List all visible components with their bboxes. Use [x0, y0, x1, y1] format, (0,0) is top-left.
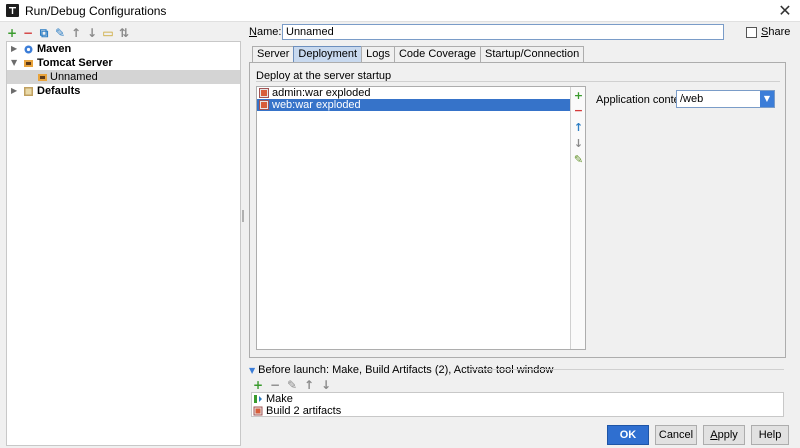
application-context-select[interactable]: /web ▼ — [676, 90, 775, 108]
move-down-icon[interactable]: ↓ — [573, 137, 584, 150]
folder-icon[interactable]: ▭ — [102, 26, 114, 40]
move-up-icon[interactable]: ↑ — [303, 378, 315, 392]
help-button[interactable]: Help — [751, 425, 789, 445]
tab-bar: Server Deployment Logs Code Coverage Sta… — [252, 46, 585, 62]
list-item[interactable]: admin:war exploded — [257, 87, 570, 99]
remove-icon[interactable]: − — [269, 378, 281, 392]
edit-icon[interactable]: ✎ — [286, 378, 298, 392]
before-launch-divider — [470, 369, 784, 370]
group-divider — [256, 81, 780, 82]
defaults-icon — [24, 87, 33, 96]
list-item[interactable]: web:war exploded — [257, 99, 570, 111]
share-checkbox[interactable] — [746, 27, 757, 38]
tab-logs[interactable]: Logs — [361, 46, 395, 62]
artifact-icon — [259, 88, 269, 98]
tomcat-icon — [38, 74, 47, 81]
ok-button[interactable]: OK — [607, 425, 649, 445]
move-up-icon[interactable]: ↑ — [573, 121, 584, 134]
left-toolbar: + − ⧉ ✎ ↑ ↓ ▭ ⇅ — [6, 25, 130, 41]
make-icon — [254, 395, 262, 403]
add-icon[interactable]: + — [6, 26, 18, 40]
tree-item-maven[interactable]: ▶ Maven — [7, 42, 240, 56]
tree-item-tomcat-server[interactable]: ▼ Tomcat Server — [7, 56, 240, 70]
app-icon — [6, 4, 19, 17]
apply-label: pply — [717, 429, 738, 441]
before-launch-header[interactable]: ▼ Before launch: Make, Build Artifacts (2… — [249, 364, 553, 376]
name-label-rest: ame: — [256, 26, 282, 38]
list-item[interactable]: Make — [252, 393, 783, 405]
edit-icon[interactable]: ✎ — [573, 153, 584, 166]
list-item[interactable]: Build 2 artifacts — [252, 405, 783, 417]
add-icon[interactable]: + — [252, 378, 264, 392]
before-launch-list: Make Build 2 artifacts — [251, 392, 784, 417]
name-input[interactable]: Unnamed — [282, 24, 724, 40]
apply-mnemonic: A — [710, 429, 718, 441]
application-context-value: /web — [680, 93, 704, 105]
artifact-icon — [253, 406, 263, 416]
tree-item-unnamed[interactable]: Unnamed — [7, 70, 240, 84]
expand-arrow-icon[interactable]: ▶ — [11, 42, 21, 56]
deploy-side-toolbar: + − ↑ ↓ ✎ — [570, 87, 585, 349]
cancel-button[interactable]: Cancel — [655, 425, 697, 445]
apply-button[interactable]: Apply — [703, 425, 745, 445]
tree-item-label: Defaults — [37, 85, 81, 97]
title-bar: Run/Debug Configurations ✕ — [0, 0, 800, 22]
move-down-icon[interactable]: ↓ — [86, 26, 98, 40]
list-item-label: Build 2 artifacts — [266, 405, 342, 417]
tab-code-coverage[interactable]: Code Coverage — [393, 46, 482, 62]
before-launch-toolbar: + − ✎ ↑ ↓ — [252, 378, 332, 392]
share-label-rest: hare — [768, 26, 791, 38]
name-label-mnemonic: N — [249, 26, 257, 38]
list-item-label: web:war exploded — [272, 99, 361, 111]
deploy-artifact-list: admin:war exploded web:war exploded — [257, 87, 570, 349]
tab-deployment[interactable]: Deployment — [293, 46, 363, 62]
collapse-arrow-icon[interactable]: ▼ — [249, 366, 255, 375]
artifact-icon — [259, 100, 269, 110]
move-up-icon[interactable]: ↑ — [70, 26, 82, 40]
window-title: Run/Debug Configurations — [25, 4, 167, 18]
share-label[interactable]: Share — [761, 26, 790, 38]
list-item-label: Make — [266, 393, 293, 405]
tree-item-label: Tomcat Server — [37, 57, 113, 69]
panel-splitter[interactable] — [242, 210, 244, 222]
before-launch-title: Before launch: Make, Build Artifacts (2)… — [258, 364, 554, 376]
tomcat-icon — [24, 60, 33, 67]
remove-icon[interactable]: − — [22, 26, 34, 40]
deploy-artifact-box: admin:war exploded web:war exploded + − … — [256, 86, 586, 350]
tab-startup-connection[interactable]: Startup/Connection — [480, 46, 585, 62]
configuration-tree: ▶ Maven ▼ Tomcat Server Unnamed ▶ Defaul… — [6, 41, 241, 446]
remove-icon[interactable]: − — [573, 104, 584, 117]
name-label: Name: — [249, 26, 281, 38]
tree-item-defaults[interactable]: ▶ Defaults — [7, 84, 240, 98]
tab-server[interactable]: Server — [252, 46, 295, 62]
copy-icon[interactable]: ⧉ — [38, 26, 50, 40]
maven-icon — [24, 45, 33, 54]
collapse-arrow-icon[interactable]: ▼ — [11, 56, 21, 70]
chevron-down-icon[interactable]: ▼ — [760, 91, 774, 107]
sort-icon[interactable]: ⇅ — [118, 26, 130, 40]
move-down-icon[interactable]: ↓ — [320, 378, 332, 392]
add-icon[interactable]: + — [573, 89, 584, 102]
tree-item-label: Maven — [37, 43, 72, 55]
expand-arrow-icon[interactable]: ▶ — [11, 84, 21, 98]
list-item-label: admin:war exploded — [272, 87, 371, 99]
edit-defaults-icon[interactable]: ✎ — [54, 26, 66, 40]
close-icon[interactable]: ✕ — [770, 0, 800, 22]
tree-item-label: Unnamed — [50, 71, 98, 83]
